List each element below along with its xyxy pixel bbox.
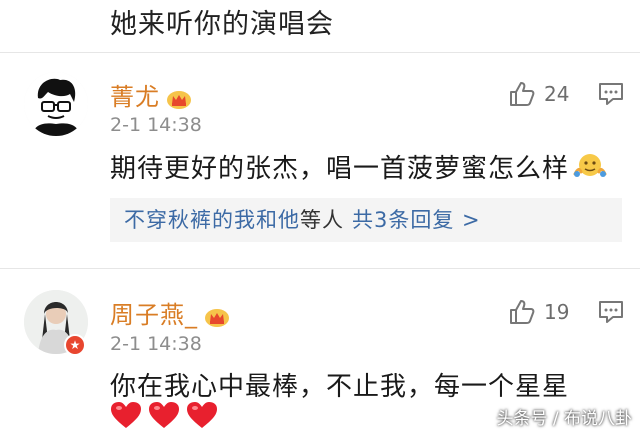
reply-button[interactable]: [598, 81, 624, 107]
view-replies-link[interactable]: 共3条回复 >: [352, 208, 481, 232]
username-row[interactable]: 周子燕_: [110, 295, 230, 330]
reply-suffix: 等人: [300, 208, 344, 232]
hearts-row: [110, 401, 218, 429]
like-button[interactable]: 24: [508, 79, 569, 109]
avatar[interactable]: [24, 72, 88, 136]
username[interactable]: 周子燕_: [110, 301, 198, 329]
username-row[interactable]: 菁尤: [110, 77, 192, 112]
previous-comment-text: 她来听你的演唱会: [110, 9, 334, 40]
comment-icon: [599, 301, 623, 323]
vip-crown-icon: [204, 306, 230, 327]
heart-icon: [111, 402, 141, 428]
like-count: 24: [544, 82, 570, 106]
timestamp: 2-1 14:38: [110, 114, 202, 136]
vip-badge-icon: ★: [64, 334, 86, 356]
timestamp: 2-1 14:38: [110, 333, 202, 355]
comment-text-row: 期待更好的张杰，唱一首菠萝蜜怎么样: [110, 148, 607, 187]
thumbs-up-icon: [510, 82, 535, 106]
username[interactable]: 菁尤: [110, 83, 160, 111]
replies-summary[interactable]: 不穿秋裤的我和他等人 共3条回复 >: [110, 198, 622, 242]
divider: [0, 268, 640, 269]
vip-crown-icon: [166, 88, 192, 109]
like-count: 19: [544, 300, 570, 324]
comment-text: 期待更好的张杰，唱一首菠萝蜜怎么样: [110, 154, 570, 184]
like-button[interactable]: 19: [508, 297, 569, 327]
comment-icon: [599, 83, 623, 105]
comment-text: 你在我心中最棒，不止我，每一个星星: [110, 372, 570, 402]
shrug-emoji-icon: [573, 152, 607, 187]
watermark: 头条号 / 布说八卦: [496, 409, 632, 429]
reply-user-link[interactable]: 不穿秋裤的我和他: [124, 208, 300, 232]
thumbs-up-icon: [510, 300, 535, 324]
heart-icon: [187, 402, 217, 428]
heart-icon: [149, 402, 179, 428]
reply-button[interactable]: [598, 299, 624, 325]
divider: [0, 52, 640, 53]
